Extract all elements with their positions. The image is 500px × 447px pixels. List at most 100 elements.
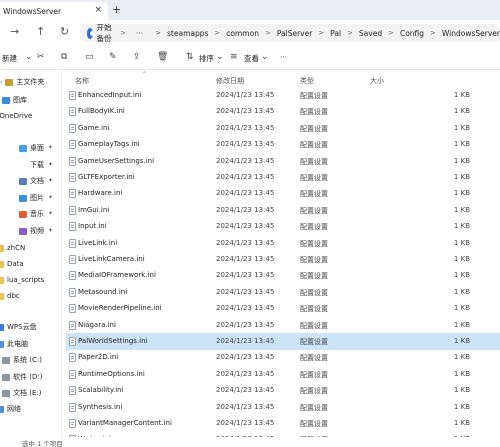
- pin-icon[interactable]: ✦: [48, 177, 53, 184]
- sidebar-item-this-pc[interactable]: 此电脑: [0, 337, 28, 351]
- sidebar-item-data[interactable]: Data: [0, 257, 24, 271]
- sidebar-item-zhcn[interactable]: zhCN: [0, 241, 25, 255]
- breadcrumb-separator: >: [155, 29, 162, 37]
- file-row[interactable]: Metasound.ini 2024/1/23 13:45 配置设置 1 KB: [66, 284, 500, 301]
- new-button[interactable]: 新建: [2, 53, 17, 64]
- file-size: 1 KB: [453, 369, 470, 378]
- pin-icon[interactable]: ✦: [48, 210, 53, 217]
- file-row[interactable]: Hardware.ini 2024/1/23 13:45 配置设置 1 KB: [66, 185, 500, 202]
- sidebar-item-desktop[interactable]: 桌面: [19, 141, 44, 155]
- sidebar-item-downloads[interactable]: 下载: [19, 158, 44, 172]
- file-row[interactable]: ImGui.ini 2024/1/23 13:45 配置设置 1 KB: [66, 202, 500, 219]
- rename-icon[interactable]: ✎: [109, 52, 117, 62]
- pin-icon[interactable]: ✦: [48, 227, 53, 234]
- file-row[interactable]: MediaIOFramework.ini 2024/1/23 13:45 配置设置 1…: [66, 267, 500, 284]
- start-backup-link[interactable]: 开始备份: [96, 22, 114, 44]
- file-row[interactable]: Niagara.ini 2024/1/23 13:45 配置设置 1 KB: [66, 317, 500, 334]
- file-row[interactable]: FullBodyIK.ini 2024/1/23 13:45 配置设置 1 KB: [66, 103, 500, 120]
- file-row[interactable]: GLTFExporter.ini 2024/1/23 13:45 配置设置 1 KB: [66, 169, 500, 186]
- file-row[interactable]: EnhancedInput.ini 2024/1/23 13:45 配置设置 1 KB: [66, 87, 500, 104]
- sort-button[interactable]: 排序: [199, 53, 214, 64]
- breadcrumb-config[interactable]: Config: [400, 29, 424, 38]
- delete-icon[interactable]: 🗑: [157, 52, 168, 62]
- paste-icon[interactable]: ▭: [85, 52, 94, 62]
- file-row[interactable]: Game.ini 2024/1/23 13:45 配置设置 1 KB: [66, 120, 500, 137]
- chevron-down-icon[interactable]: ⌄: [216, 52, 224, 62]
- breadcrumb-saved[interactable]: Saved: [359, 29, 382, 38]
- pin-icon[interactable]: ✦: [48, 161, 53, 168]
- sidebar-item-drive-d[interactable]: 软件 (D:): [2, 370, 42, 384]
- sidebar-item-lua-scripts[interactable]: lua_scripts: [0, 273, 44, 287]
- more-button[interactable]: ···: [280, 53, 287, 62]
- column-header-type[interactable]: 类型: [300, 76, 314, 86]
- column-header-size[interactable]: 大小: [370, 76, 384, 86]
- file-row[interactable]: GameUserSettings.ini 2024/1/23 13:45 配置设置 1…: [66, 153, 500, 170]
- view-button[interactable]: 查看: [244, 53, 259, 64]
- file-row[interactable]: Scalability.ini 2024/1/23 13:45 配置设置 1 KB: [66, 382, 500, 399]
- close-tab-icon[interactable]: ×: [94, 5, 102, 15]
- breadcrumb-separator: >: [214, 29, 221, 37]
- file-list: 名称 ⌃ 修改日期 类型 大小 EnhancedInput.ini 2024/1/…: [62, 70, 500, 447]
- file-row[interactable]: VariantManagerContent.ini 2024/1/23 13:45…: [66, 415, 500, 432]
- breadcrumb-common[interactable]: common: [226, 29, 259, 38]
- file-type: 配置设置: [300, 403, 328, 412]
- breadcrumb-pal[interactable]: Pal: [330, 29, 341, 38]
- sidebar-item-drive-e[interactable]: 文档 (E:): [2, 386, 41, 400]
- tab-windowsserver[interactable]: WindowsServer ×: [0, 2, 108, 20]
- computer-icon: [0, 340, 4, 348]
- breadcrumb-separator: >: [347, 29, 353, 37]
- breadcrumb-steamapps[interactable]: steamapps: [167, 29, 208, 38]
- sidebar-item-videos[interactable]: 视频: [19, 224, 44, 238]
- file-row[interactable]: GameplayTags.ini 2024/1/23 13:45 配置设置 1 KB: [66, 136, 500, 153]
- breadcrumb-palserver[interactable]: PalServer: [277, 29, 312, 38]
- desktop-icon: [19, 144, 27, 152]
- pin-icon[interactable]: ✦: [48, 194, 53, 201]
- sidebar-item-label: 视频: [30, 227, 44, 235]
- more-breadcrumb-button[interactable]: ···: [136, 29, 143, 38]
- breadcrumb-separator: >: [388, 29, 394, 37]
- config-file-icon: [69, 353, 76, 363]
- file-name: Metasound.ini: [78, 287, 128, 296]
- chevron-down-icon[interactable]: ⌄: [261, 52, 269, 62]
- forward-icon[interactable]: →: [10, 25, 19, 38]
- sidebar-item-documents[interactable]: 文档: [19, 174, 44, 188]
- column-header-date[interactable]: 修改日期: [216, 76, 244, 86]
- new-tab-button[interactable]: +: [112, 3, 121, 16]
- chevron-down-icon[interactable]: ⌄: [25, 52, 33, 62]
- sidebar-item-music[interactable]: 音乐: [19, 207, 44, 221]
- drive-icon: [2, 389, 10, 397]
- file-row[interactable]: Paper2D.ini 2024/1/23 13:45 配置设置 1 KB: [66, 349, 500, 366]
- sidebar-item-label: OneDrive: [0, 112, 33, 120]
- chevron-right-icon[interactable]: ›: [0, 79, 2, 86]
- file-row[interactable]: RuntimeOptions.ini 2024/1/23 13:45 配置设置 1 K…: [66, 366, 500, 383]
- refresh-icon[interactable]: ↻: [60, 25, 69, 38]
- file-row[interactable]: PalWorldSettings.ini 2024/1/23 13:45 配置设置 1…: [66, 333, 500, 350]
- sidebar-item-home[interactable]: › 主文件夹: [0, 75, 44, 89]
- folder-icon: [0, 260, 4, 268]
- column-header-name[interactable]: 名称: [75, 76, 89, 86]
- sidebar-item-network[interactable]: 网络: [0, 402, 21, 416]
- address-bar[interactable]: 开始备份 > ··· > steamapps > common > PalSer…: [80, 22, 500, 44]
- sidebar-item-gallery[interactable]: 图库: [2, 93, 27, 107]
- file-row[interactable]: MovieRenderPipeline.ini 2024/1/23 13:45 配置…: [66, 300, 500, 317]
- sidebar-item-pictures[interactable]: 图片: [19, 191, 44, 205]
- file-row[interactable]: LiveLinkCamera.ini 2024/1/23 13:45 配置设置 1 K…: [66, 251, 500, 268]
- cut-icon[interactable]: ✂: [37, 52, 45, 62]
- pin-icon[interactable]: ✦: [48, 144, 53, 151]
- share-icon[interactable]: ⇪: [133, 52, 141, 62]
- sort-icon[interactable]: ⇅: [186, 52, 194, 62]
- sidebar-item-dbc[interactable]: dbc: [0, 289, 20, 303]
- file-type: 配置设置: [300, 256, 328, 264]
- file-row[interactable]: Synthesis.ini 2024/1/23 13:45 配置设置 1 KB: [66, 399, 500, 416]
- file-type: 配置设置: [300, 223, 328, 232]
- sidebar-item-drive-c[interactable]: 系统 (C:): [2, 353, 42, 367]
- view-icon[interactable]: ≡: [230, 52, 238, 62]
- breadcrumb-windowsserver[interactable]: WindowsServer: [442, 29, 500, 38]
- sidebar-item-wps-cloud[interactable]: WPS云盘: [0, 320, 37, 334]
- file-row[interactable]: LiveLink.ini 2024/1/23 13:45 配置设置 1 KB: [66, 235, 500, 252]
- copy-icon[interactable]: ⧉: [61, 52, 67, 62]
- up-icon[interactable]: ↑: [36, 25, 45, 38]
- picture-icon: [19, 194, 27, 202]
- file-row[interactable]: Input.ini 2024/1/23 13:45 配置设置 1 KB: [66, 218, 500, 235]
- sidebar-item-onedrive[interactable]: › OneDrive: [0, 109, 32, 123]
